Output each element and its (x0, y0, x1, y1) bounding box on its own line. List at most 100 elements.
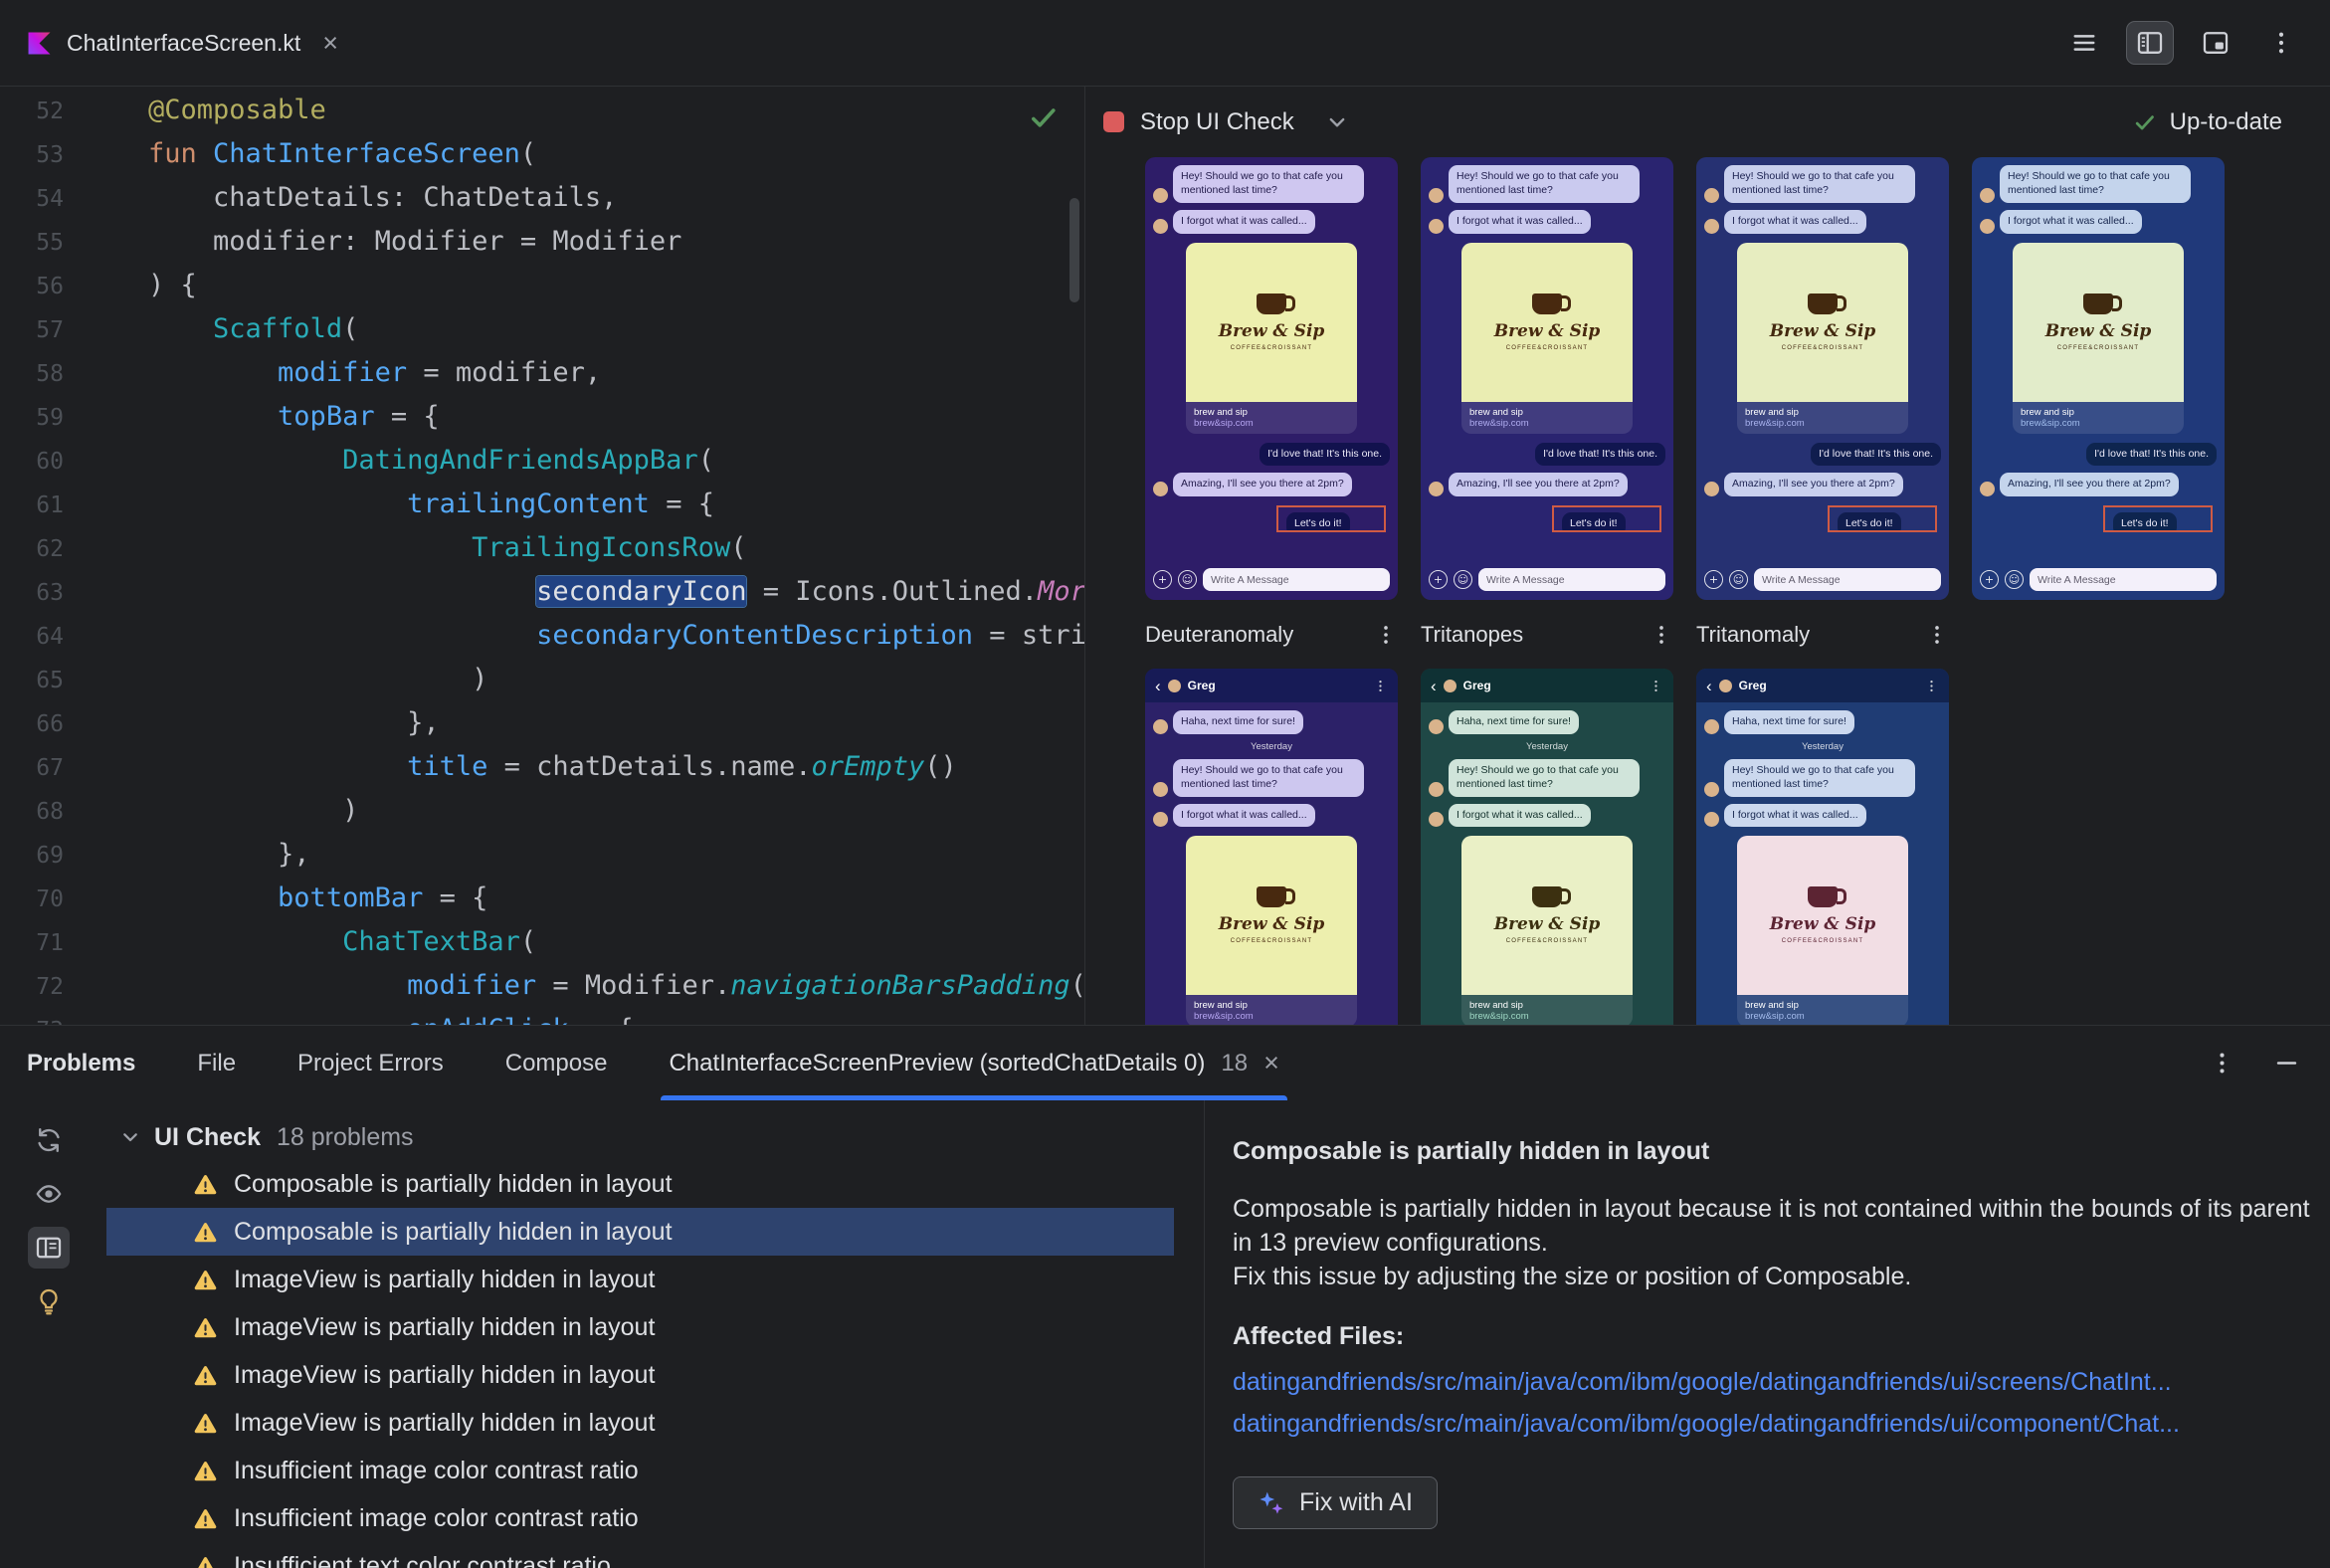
code-line[interactable]: 69 }, (0, 833, 1084, 877)
more-vertical-button[interactable] (2209, 1050, 2235, 1077)
chat-title: Greg (1462, 679, 1491, 692)
code-line[interactable]: 53 fun ChatInterfaceScreen( (0, 132, 1084, 176)
code-line[interactable]: 72 modifier = Modifier.navigationBarsPad… (0, 964, 1084, 1008)
tab-chatinterfacescreenpreview[interactable]: ChatInterfaceScreenPreview (sortedChatDe… (661, 1026, 1287, 1100)
editor-tab-bar: ChatInterfaceScreen.kt × (0, 0, 2330, 87)
preview-phone[interactable]: Hey! Should we go to that cafe you menti… (1972, 157, 2225, 600)
attach-icon[interactable]: + (1704, 570, 1723, 589)
code-line[interactable]: 70 bottomBar = { (0, 877, 1084, 920)
tab-close-icon[interactable]: × (322, 29, 338, 57)
ui-check-preview-panel: Stop UI Check Up-to-date Hey! Should we … (1085, 87, 2330, 1025)
hide-panel-button[interactable] (2273, 1050, 2300, 1077)
preview-window-button[interactable] (2193, 22, 2238, 64)
code-line[interactable]: 67 title = chatDetails.name.orEmpty() (0, 745, 1084, 789)
code-line[interactable]: 63 secondaryIcon = Icons.Outlined.More (0, 570, 1084, 614)
stop-ui-check-button[interactable]: Stop UI Check (1103, 108, 1294, 136)
emoji-icon[interactable]: ☺ (1178, 570, 1197, 589)
message-input[interactable]: Write A Message (1478, 568, 1665, 591)
structure-button[interactable] (2061, 22, 2107, 64)
line-number: 62 (36, 536, 64, 562)
message-input[interactable]: Write A Message (2030, 568, 2217, 591)
quickfix-bulb-button[interactable] (28, 1280, 70, 1322)
tab-file[interactable]: File (197, 1050, 236, 1078)
affected-file-link[interactable]: datingandfriends/src/main/java/com/ibm/g… (1233, 1407, 2310, 1441)
attach-icon[interactable]: + (1153, 570, 1172, 589)
code-line[interactable]: 58 modifier = modifier, (0, 351, 1084, 395)
preview-phone[interactable]: ‹ Greg Haha, next time for sure! Yesterday H… (1696, 669, 1949, 1025)
preview-phone[interactable]: Hey! Should we go to that cafe you menti… (1696, 157, 1949, 600)
chat-bubble-clipped: Let's do it! (2113, 512, 2177, 531)
code-line[interactable]: 65 ) (0, 658, 1084, 701)
code-line[interactable]: 68 ) (0, 789, 1084, 833)
code-line[interactable]: 66 }, (0, 701, 1084, 745)
more-vertical-icon[interactable] (1649, 679, 1663, 693)
tab-compose[interactable]: Compose (505, 1050, 608, 1078)
link-url: brew&sip.com (1745, 417, 1805, 429)
code-line[interactable]: 71 ChatTextBar( (0, 920, 1084, 964)
chat-bubble: Haha, next time for sure! (1724, 710, 1854, 734)
editor-tab-chatinterfacescreen[interactable]: ChatInterfaceScreen.kt × (0, 0, 358, 86)
problem-item[interactable]: ImageView is partially hidden in layout (97, 1399, 1174, 1447)
more-vertical-icon[interactable] (1650, 623, 1673, 647)
back-icon[interactable]: ‹ (1431, 678, 1437, 694)
code-line[interactable]: 57 Scaffold( (0, 307, 1084, 351)
problem-item[interactable]: Insufficient image color contrast ratio (97, 1447, 1174, 1494)
code-line[interactable]: 60 DatingAndFriendsAppBar( (0, 439, 1084, 483)
code-line[interactable]: 61 trailingContent = { (0, 483, 1084, 526)
code-line[interactable]: 55 modifier: Modifier = Modifier (0, 220, 1084, 264)
tool-window-title[interactable]: Problems (27, 1050, 135, 1078)
problem-item[interactable]: Insufficient image color contrast ratio (97, 1494, 1174, 1542)
more-vertical-icon[interactable] (1925, 623, 1949, 647)
line-number: 63 (36, 580, 64, 606)
attach-icon[interactable]: + (1980, 570, 1999, 589)
back-icon[interactable]: ‹ (1155, 678, 1161, 694)
problem-text: ImageView is partially hidden in layout (234, 1408, 656, 1437)
chat-date-divider: Yesterday (1526, 740, 1568, 752)
emoji-icon[interactable]: ☺ (1454, 570, 1472, 589)
preview-phone[interactable]: Hey! Should we go to that cafe you menti… (1421, 157, 1673, 600)
problem-item[interactable]: Insufficient text color contrast ratio (97, 1542, 1174, 1568)
code-line[interactable]: 73 onAddClick = { (0, 1008, 1084, 1025)
preview-eye-icon (35, 1180, 63, 1208)
code-line[interactable]: 62 TrailingIconsRow( (0, 526, 1084, 570)
problems-group-row[interactable]: UI Check 18 problems (97, 1114, 1204, 1160)
problem-item[interactable]: Composable is partially hidden in layout (97, 1160, 1174, 1208)
emoji-icon[interactable]: ☺ (1729, 570, 1748, 589)
preview-phone[interactable]: ‹ Greg Haha, next time for sure! Yesterday H… (1145, 669, 1398, 1025)
tab-project-errors[interactable]: Project Errors (297, 1050, 444, 1078)
problem-item[interactable]: Composable is partially hidden in layout (106, 1208, 1174, 1256)
tab-close-icon[interactable]: × (1263, 1050, 1279, 1077)
back-icon[interactable]: ‹ (1706, 678, 1712, 694)
preview-phone[interactable]: ‹ Greg Haha, next time for sure! Yesterday H… (1421, 669, 1673, 1025)
code-line[interactable]: 52 @Composable (0, 89, 1084, 132)
inspections-ok-icon[interactable] (1027, 100, 1061, 134)
more-vertical-icon[interactable] (1373, 679, 1388, 693)
preview-phone[interactable]: Hey! Should we go to that cafe you menti… (1145, 157, 1398, 600)
emoji-icon[interactable]: ☺ (2005, 570, 2024, 589)
affected-file-link[interactable]: datingandfriends/src/main/java/com/ibm/g… (1233, 1365, 2310, 1399)
details-view-button[interactable] (27, 1227, 70, 1269)
message-input[interactable]: Write A Message (1203, 568, 1390, 591)
sync-button[interactable] (28, 1119, 70, 1161)
message-input[interactable]: Write A Message (1754, 568, 1941, 591)
code-line[interactable]: 56) { (0, 264, 1084, 307)
fix-with-ai-button[interactable]: Fix with AI (1233, 1476, 1438, 1529)
code-editor[interactable]: 52 @Composable 53 fun ChatInterfaceScreen(5… (0, 87, 1085, 1025)
chevron-down-icon[interactable] (1324, 109, 1350, 135)
preview-eye-button[interactable] (28, 1173, 70, 1215)
line-number: 56 (36, 274, 64, 299)
affected-files-label: Affected Files: (1233, 1322, 1405, 1350)
attach-icon[interactable]: + (1429, 570, 1448, 589)
more-vertical-button[interactable] (2258, 22, 2304, 64)
code-line[interactable]: 64 secondaryContentDescription = strin (0, 614, 1084, 658)
problem-item[interactable]: ImageView is partially hidden in layout (97, 1256, 1174, 1303)
more-vertical-icon[interactable] (1924, 679, 1939, 693)
code-line[interactable]: 59 topBar = { (0, 395, 1084, 439)
problem-item[interactable]: ImageView is partially hidden in layout (97, 1351, 1174, 1399)
code-line[interactable]: 54 chatDetails: ChatDetails, (0, 176, 1084, 220)
chevron-down-icon[interactable] (118, 1125, 142, 1149)
more-vertical-icon[interactable] (1374, 623, 1398, 647)
problem-item[interactable]: ImageView is partially hidden in layout (97, 1303, 1174, 1351)
split-editor-button[interactable] (2127, 22, 2173, 64)
editor-scrollbar[interactable] (1069, 198, 1079, 302)
